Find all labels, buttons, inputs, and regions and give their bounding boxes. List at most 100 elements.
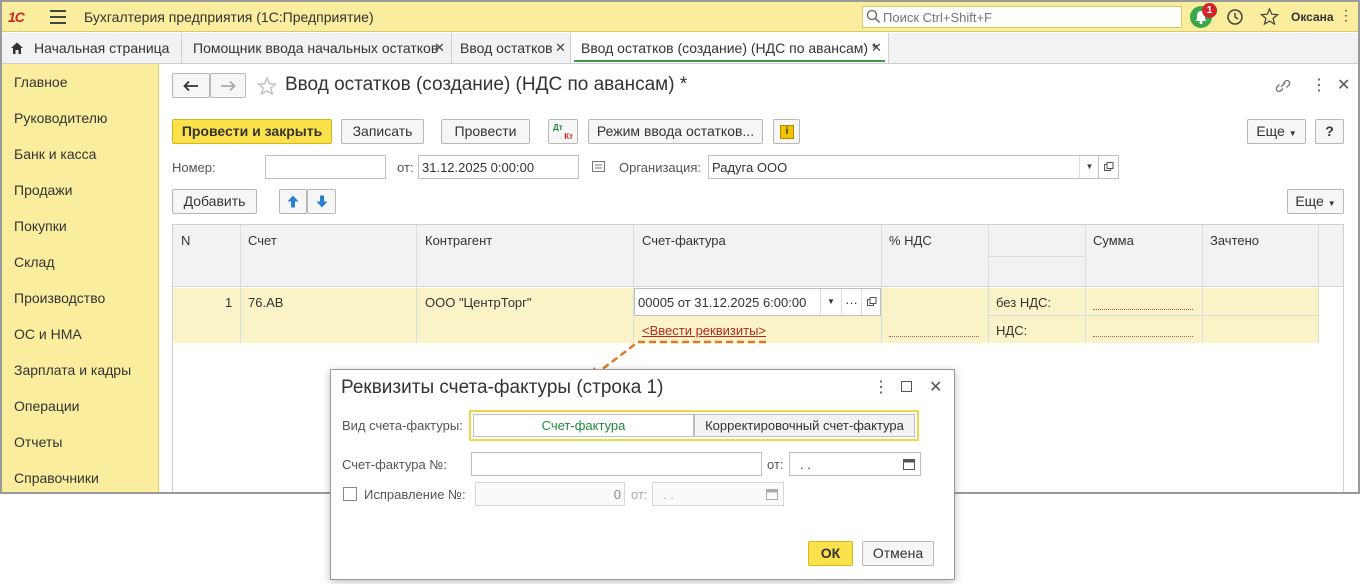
- correction-date-input[interactable]: . .: [652, 482, 784, 506]
- link-icon[interactable]: [1274, 78, 1292, 94]
- close-icon[interactable]: ✕: [929, 377, 942, 397]
- correction-label: Исправление №:: [364, 487, 466, 502]
- kind-option-invoice[interactable]: Счет-фактура: [473, 414, 694, 437]
- search-icon: [866, 9, 881, 24]
- cell-account[interactable]: 76.АВ: [248, 295, 283, 310]
- cell-n: 1: [225, 295, 233, 310]
- kind-option-correction[interactable]: Корректировочный счет-фактура: [694, 414, 915, 437]
- info-button[interactable]: i: [773, 119, 800, 144]
- menu-icon[interactable]: [50, 10, 66, 24]
- favorite-star-icon[interactable]: [257, 76, 277, 96]
- sidebar-item-operations[interactable]: Операции: [14, 398, 80, 414]
- dropdown-arrow-icon: ▼: [1288, 129, 1297, 138]
- column-header-invoice[interactable]: Счет-фактура: [642, 233, 726, 248]
- user-name[interactable]: Оксана: [1291, 10, 1334, 24]
- sidebar-item-bank[interactable]: Банк и касса: [14, 146, 96, 162]
- date-input[interactable]: 31.12.2025 0:00:00: [418, 155, 579, 179]
- back-button[interactable]: [172, 73, 210, 98]
- entry-mode-button[interactable]: Режим ввода остатков...: [588, 119, 763, 144]
- favorites-star-icon[interactable]: [1260, 7, 1279, 26]
- move-up-button[interactable]: [279, 189, 307, 214]
- arrow-left-icon: [183, 80, 198, 92]
- close-icon[interactable]: ✕: [434, 40, 445, 56]
- tab-wizard[interactable]: Помощник ввода начальных остатков ✕: [182, 33, 452, 63]
- invoice-number-label: Счет-фактура №:: [342, 457, 447, 472]
- number-label: Номер:: [172, 160, 216, 175]
- calendar-icon[interactable]: [903, 458, 915, 470]
- column-header-offset[interactable]: Зачтено: [1210, 233, 1259, 248]
- app-title: Бухгалтерия предприятия (1С:Предприятие): [84, 9, 374, 25]
- tab-balances[interactable]: Ввод остатков ✕: [452, 33, 571, 63]
- tab-label: Ввод остатков (создание) (НДС по авансам…: [581, 40, 878, 56]
- more-vertical-icon[interactable]: ⋮: [1339, 7, 1353, 24]
- arrow-up-icon: [287, 195, 299, 208]
- ok-button[interactable]: ОК: [808, 541, 853, 566]
- sidebar-item-purchases[interactable]: Покупки: [14, 218, 67, 234]
- correction-date-label: от:: [631, 487, 648, 502]
- invoice-date-label: от:: [767, 457, 784, 472]
- table-more-button[interactable]: Еще ▼: [1287, 189, 1344, 214]
- sidebar-item-references[interactable]: Справочники: [14, 470, 99, 486]
- column-header-counterparty[interactable]: Контрагент: [425, 233, 492, 248]
- forward-button[interactable]: [210, 73, 246, 98]
- global-search[interactable]: [862, 6, 1182, 28]
- notification-badge: 1: [1202, 3, 1217, 18]
- cell-counterparty[interactable]: ООО "ЦентрТорг": [425, 295, 532, 310]
- more-vertical-icon[interactable]: ⋮: [873, 377, 889, 397]
- tab-label: Начальная страница: [34, 40, 170, 56]
- select-dots-icon[interactable]: …: [841, 289, 861, 315]
- sidebar-item-sales[interactable]: Продажи: [14, 182, 72, 198]
- sidebar-item-assets[interactable]: ОС и НМА: [14, 326, 82, 342]
- dropdown-arrow-icon[interactable]: ▼: [820, 289, 841, 315]
- cancel-button[interactable]: Отмена: [862, 541, 934, 566]
- open-invoice-button[interactable]: [861, 289, 881, 315]
- close-icon[interactable]: ✕: [555, 40, 566, 56]
- add-row-button[interactable]: Добавить: [172, 189, 257, 214]
- tab-balance-create[interactable]: Ввод остатков (создание) (НДС по авансам…: [571, 33, 889, 63]
- more-vertical-icon[interactable]: ⋮: [1311, 75, 1327, 95]
- vat-label: НДС:: [996, 323, 1028, 338]
- organization-input[interactable]: Радуга ООО: [708, 155, 1100, 179]
- no-vat-label: без НДС:: [996, 295, 1052, 310]
- more-button[interactable]: Еще ▼: [1247, 119, 1306, 144]
- history-icon[interactable]: [1226, 8, 1244, 26]
- tab-home[interactable]: Начальная страница: [2, 33, 182, 63]
- sidebar-item-main[interactable]: Главное: [14, 74, 68, 90]
- column-header-n[interactable]: N: [181, 233, 190, 248]
- close-icon[interactable]: ✕: [871, 40, 882, 56]
- post-button[interactable]: Провести: [441, 119, 530, 144]
- sidebar-item-manager[interactable]: Руководителю: [14, 110, 107, 126]
- dt-kt-button[interactable]: Дт Кт: [548, 119, 578, 144]
- correction-number-input[interactable]: 0: [475, 482, 625, 506]
- column-header-account[interactable]: Счет: [248, 233, 277, 248]
- sidebar-item-production[interactable]: Производство: [14, 290, 105, 306]
- search-input[interactable]: [883, 8, 1173, 26]
- invoice-details-dialog: Реквизиты счета-фактуры (строка 1) ⋮ ✕ В…: [330, 369, 955, 580]
- kt-label: Кт: [564, 132, 573, 141]
- maximize-icon[interactable]: [901, 381, 912, 392]
- calendar-icon[interactable]: [592, 161, 605, 172]
- correction-checkbox[interactable]: [343, 487, 357, 501]
- sidebar-item-salary[interactable]: Зарплата и кадры: [14, 362, 131, 378]
- invoice-number-input[interactable]: [471, 452, 762, 476]
- post-and-close-button[interactable]: Провести и закрыть: [172, 119, 332, 144]
- move-down-button[interactable]: [307, 189, 336, 214]
- save-button[interactable]: Записать: [341, 119, 424, 144]
- column-header-sum[interactable]: Сумма: [1093, 233, 1134, 248]
- app-logo: 1С: [8, 9, 25, 25]
- open-org-button[interactable]: [1098, 155, 1119, 179]
- close-icon[interactable]: ✕: [1337, 75, 1350, 95]
- dropdown-arrow-icon: ▼: [1327, 199, 1336, 208]
- sidebar-item-warehouse[interactable]: Склад: [14, 254, 55, 270]
- kind-label: Вид счета-фактуры:: [342, 418, 463, 433]
- tab-label: Помощник ввода начальных остатков: [193, 40, 439, 56]
- invoice-date-input[interactable]: . .: [789, 452, 921, 476]
- dropdown-arrow-icon[interactable]: ▼: [1079, 156, 1099, 178]
- date-label: от:: [397, 160, 414, 175]
- column-header-vat-rate[interactable]: % НДС: [889, 233, 932, 248]
- invoice-input[interactable]: 00005 от 31.12.2025 6:00:00 ▼ …: [634, 288, 881, 316]
- calendar-icon[interactable]: [766, 488, 778, 500]
- help-button[interactable]: ?: [1315, 119, 1344, 144]
- number-input[interactable]: [265, 155, 386, 179]
- sidebar-item-reports[interactable]: Отчеты: [14, 434, 62, 450]
